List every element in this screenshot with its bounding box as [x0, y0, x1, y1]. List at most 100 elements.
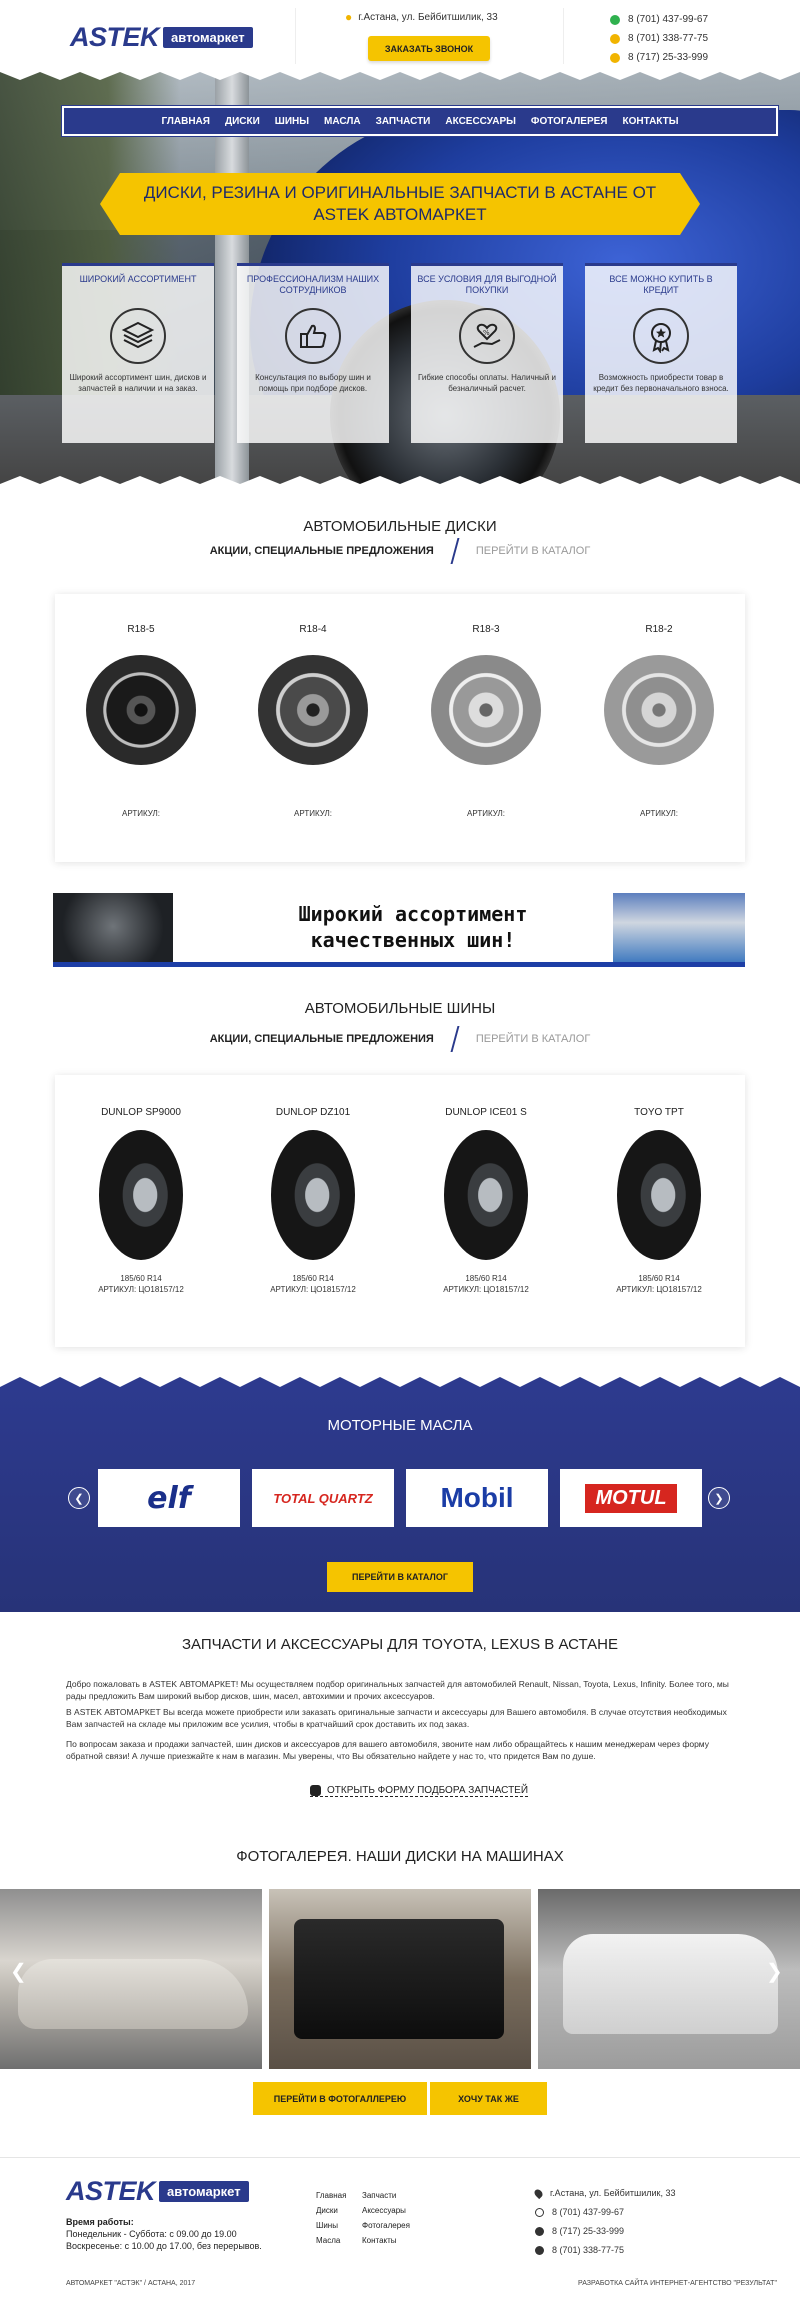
- feature-text: Широкий ассортимент шин, дисков и запчас…: [69, 373, 207, 393]
- order-call-button[interactable]: ЗАКАЗАТЬ ЗВОНОК: [368, 36, 490, 61]
- footer-phone[interactable]: 8 (701) 338-77-75: [552, 2241, 624, 2260]
- zigzag-divider: [0, 1377, 800, 1389]
- feature-title: ВСЕ МОЖНО КУПИТЬ В КРЕДИТ: [609, 274, 713, 295]
- promo-tire-image: [53, 893, 173, 962]
- footer-phone[interactable]: 8 (701) 437-99-67: [552, 2203, 624, 2222]
- tire-size: 185/60 R14: [292, 1274, 334, 1283]
- tire-image: [271, 1130, 355, 1260]
- nav-contacts[interactable]: КОНТАКТЫ: [622, 116, 678, 127]
- feature-title: ВСЕ УСЛОВИЯ ДЛЯ ВЫГОДНОЙ ПОКУПКИ: [417, 274, 557, 295]
- footer-link[interactable]: Аксессуары: [362, 2203, 410, 2218]
- product-name: R18-5: [127, 624, 155, 635]
- phone-icon: [610, 33, 620, 44]
- product-article: АРТИКУЛ: ЦО18157/12: [443, 1285, 529, 1294]
- phone-3[interactable]: 8 (717) 25-33-999: [628, 48, 708, 67]
- disks-title: АВТОМОБИЛЬНЫЕ ДИСКИ: [303, 518, 497, 535]
- footer-link[interactable]: Запчасти: [362, 2188, 410, 2203]
- product-article: АРТИКУЛ: ЦО18157/12: [616, 1285, 702, 1294]
- tab-specials[interactable]: АКЦИИ, СПЕЦИАЛЬНЫЕ ПРЕДЛОЖЕНИЯ: [210, 545, 434, 557]
- thumbs-up-icon: [285, 308, 341, 364]
- disk-image: [604, 655, 714, 765]
- nav-oils[interactable]: МАСЛА: [324, 116, 361, 127]
- header-address: ● г.Астана, ул. Бейбитшилик, 33: [345, 10, 498, 24]
- nav-accessories[interactable]: АКСЕССУАРЫ: [445, 116, 516, 127]
- brand-card-mobil[interactable]: Mobil: [406, 1469, 548, 1527]
- tire-image: [617, 1130, 701, 1260]
- feature-card: ВСЕ МОЖНО КУПИТЬ В КРЕДИТ Возможность пр…: [585, 263, 737, 443]
- phone-2[interactable]: 8 (701) 338-77-75: [628, 29, 708, 48]
- logo-word: ASTEK: [70, 22, 160, 52]
- hero-banner: ДИСКИ, РЕЗИНА И ОРИГИНАЛЬНЫЕ ЗАПЧАСТИ В …: [100, 173, 700, 235]
- nav-parts[interactable]: ЗАПЧАСТИ: [376, 116, 431, 127]
- parts-form-link[interactable]: ОТКРЫТЬ ФОРМУ ПОДБОРА ЗАПЧАСТЕЙ: [310, 1785, 529, 1797]
- logo-tag: автомаркет: [163, 27, 253, 48]
- want-same-button[interactable]: ХОЧУ ТАК ЖЕ: [430, 2082, 547, 2115]
- gallery-next-icon[interactable]: ❯: [766, 1959, 783, 1984]
- footer-link[interactable]: Масла: [316, 2233, 346, 2248]
- gallery-photo[interactable]: ❯: [538, 1889, 800, 2069]
- brand-logo-text: MOTUL: [585, 1483, 677, 1513]
- site-logo[interactable]: ASTEK автомаркет: [70, 22, 253, 53]
- product-name: DUNLOP ICE01 S: [445, 1107, 527, 1118]
- tab-catalog[interactable]: ПЕРЕЙТИ В КАТАЛОГ: [476, 545, 590, 557]
- copyright: АВТОМАРКЕТ "АСТЭК" / АСТАНА, 2017: [66, 2280, 196, 2287]
- tab-separator: [450, 538, 460, 564]
- footer-link[interactable]: Главная: [316, 2188, 346, 2203]
- award-icon: [633, 308, 689, 364]
- car-silhouette: [18, 1959, 248, 2029]
- hours-weekdays: Понедельник - Суббота: с 09.00 до 19.00: [66, 2229, 237, 2239]
- footer-contacts: г.Астана, ул. Бейбитшилик, 33 8 (701) 43…: [532, 2184, 675, 2260]
- tab-catalog[interactable]: ПЕРЕЙТИ В КАТАЛОГ: [476, 1033, 590, 1045]
- footer-link[interactable]: Шины: [316, 2218, 346, 2233]
- product-name: DUNLOP SP9000: [101, 1107, 181, 1118]
- nav-home[interactable]: ГЛАВНАЯ: [161, 116, 210, 127]
- footer-link[interactable]: Контакты: [362, 2233, 410, 2248]
- gallery-photo[interactable]: ❮: [0, 1889, 262, 2069]
- footer-phone[interactable]: 8 (717) 25-33-999: [552, 2222, 624, 2241]
- feature-card: ВСЕ УСЛОВИЯ ДЛЯ ВЫГОДНОЙ ПОКУПКИ % Гибки…: [411, 263, 563, 443]
- developer-credit[interactable]: РАЗРАБОТКА САЙТА ИНТЕРНЕТ-АГЕНТСТВО "РЕЗ…: [578, 2280, 777, 2287]
- brand-card-elf[interactable]: elf: [98, 1469, 240, 1527]
- brand-card-total[interactable]: TOTAL QUARTZ: [252, 1469, 394, 1527]
- footer-link[interactable]: Диски: [316, 2203, 346, 2218]
- product-card[interactable]: DUNLOP ICE01 S 185/60 R14 АРТИКУЛ: ЦО181…: [400, 1107, 572, 1294]
- footer-logo[interactable]: ASTEK автомаркет: [66, 2176, 249, 2207]
- gallery-button[interactable]: ПЕРЕЙТИ В ФОТОГАЛЛЕРЕЮ: [253, 2082, 427, 2115]
- main-nav: ГЛАВНАЯ ДИСКИ ШИНЫ МАСЛА ЗАПЧАСТИ АКСЕСС…: [61, 105, 779, 137]
- tab-specials[interactable]: АКЦИИ, СПЕЦИАЛЬНЫЕ ПРЕДЛОЖЕНИЯ: [210, 1033, 434, 1045]
- product-card[interactable]: R18-3 АРТИКУЛ:: [400, 624, 572, 818]
- whatsapp-icon: [535, 2208, 544, 2217]
- promo-line-1: Широкий ассортимент: [298, 902, 528, 926]
- promo-line-2: качественных шин!: [310, 928, 516, 952]
- gallery-prev-icon[interactable]: ❮: [10, 1959, 27, 1984]
- brand-card-motul[interactable]: MOTUL: [560, 1469, 702, 1527]
- feature-text: Консультация по выбору шин и помощь при …: [255, 373, 371, 393]
- oils-catalog-button[interactable]: ПЕРЕЙТИ В КАТАЛОГ: [327, 1562, 473, 1592]
- product-card[interactable]: DUNLOP SP9000 185/60 R14 АРТИКУЛ: ЦО1815…: [55, 1107, 227, 1294]
- product-name: R18-2: [645, 624, 673, 635]
- product-card[interactable]: TOYO TPT 185/60 R14 АРТИКУЛ: ЦО18157/12: [573, 1107, 745, 1294]
- nav-disks[interactable]: ДИСКИ: [225, 116, 260, 127]
- product-card[interactable]: R18-2 АРТИКУЛ:: [573, 624, 745, 818]
- tire-size: 185/60 R14: [120, 1274, 162, 1283]
- product-article: АРТИКУЛ:: [640, 809, 678, 818]
- disks-tabs: АКЦИИ, СПЕЦИАЛЬНЫЕ ПРЕДЛОЖЕНИЯ ПЕРЕЙТИ В…: [0, 538, 800, 564]
- carousel-prev-icon[interactable]: ❮: [68, 1487, 90, 1509]
- tire-size: 185/60 R14: [465, 1274, 507, 1283]
- product-card[interactable]: R18-4 АРТИКУЛ:: [227, 624, 399, 818]
- promo-banner[interactable]: Широкий ассортимент качественных шин!: [53, 893, 745, 967]
- location-pin-icon: ●: [345, 10, 353, 24]
- gallery-photo[interactable]: [269, 1889, 531, 2069]
- brand-logo-text: elf: [147, 1480, 191, 1516]
- feature-title: ПРОФЕССИОНАЛИЗМ НАШИХ СОТРУДНИКОВ: [246, 274, 380, 295]
- product-article: АРТИКУЛ:: [294, 809, 332, 818]
- nav-gallery[interactable]: ФОТОГАЛЕРЕЯ: [531, 116, 608, 127]
- product-card[interactable]: DUNLOP DZ101 185/60 R14 АРТИКУЛ: ЦО18157…: [227, 1107, 399, 1294]
- phone-1[interactable]: 8 (701) 437-99-67: [628, 10, 708, 29]
- oils-title: МОТОРНЫЕ МАСЛА: [327, 1417, 473, 1434]
- product-card[interactable]: R18-5 АРТИКУЛ:: [55, 624, 227, 818]
- feature-text: Возможность приобрести товар в кредит бе…: [593, 373, 729, 393]
- carousel-next-icon[interactable]: ❯: [708, 1487, 730, 1509]
- nav-tires[interactable]: ШИНЫ: [275, 116, 309, 127]
- footer-link[interactable]: Фотогалерея: [362, 2218, 410, 2233]
